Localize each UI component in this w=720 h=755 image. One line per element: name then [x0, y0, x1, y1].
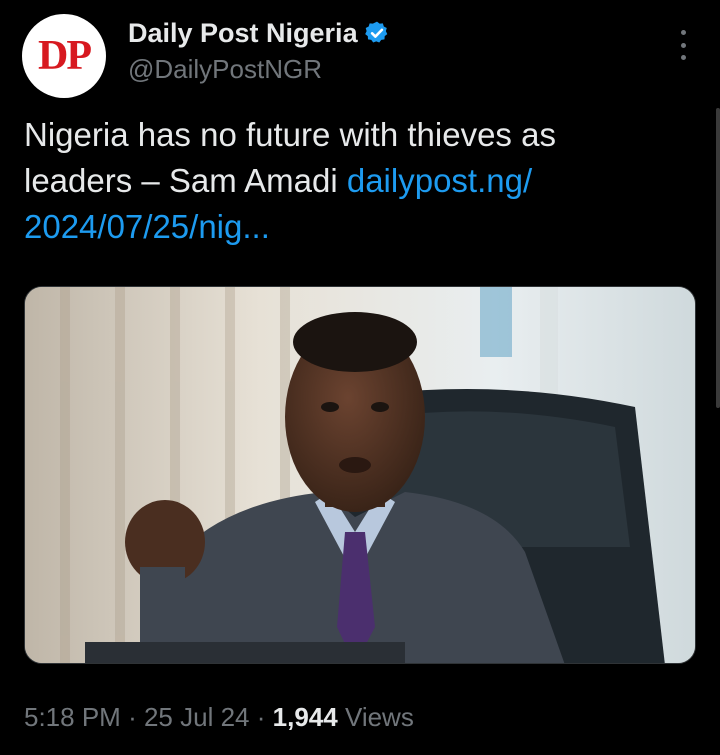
- tweet-header: Daily Post Nigeria @DailyPostNGR: [128, 16, 390, 85]
- photo-illustration: [25, 287, 695, 663]
- tweet-time[interactable]: 5:18 PM: [24, 702, 121, 732]
- tweet-text: Nigeria has no future with thieves as le…: [24, 112, 664, 250]
- dot: [680, 30, 686, 35]
- meta-separator: ·: [256, 702, 266, 732]
- tweet-meta: 5:18 PM · 25 Jul 24 · 1,944 Views: [24, 702, 414, 733]
- tweet-date[interactable]: 25 Jul 24: [144, 702, 250, 732]
- more-options-icon[interactable]: [674, 30, 692, 60]
- display-name[interactable]: Daily Post Nigeria: [128, 18, 358, 49]
- tweet-media-image[interactable]: [24, 286, 696, 664]
- verified-badge-icon: [364, 21, 387, 43]
- meta-separator: ·: [128, 702, 137, 732]
- dot: [680, 42, 686, 48]
- avatar-logo-text: DP: [38, 33, 92, 79]
- avatar[interactable]: DP: [22, 14, 106, 98]
- scrollbar[interactable]: [716, 108, 720, 408]
- views-count: 1,944: [272, 702, 338, 732]
- name-row: Daily Post Nigeria: [128, 16, 390, 50]
- dot: [680, 55, 686, 60]
- tweet: DP Daily Post Nigeria @DailyPostNGR Nige…: [0, 0, 720, 755]
- handle[interactable]: @DailyPostNGR: [128, 54, 390, 85]
- views-label: Views: [344, 702, 414, 732]
